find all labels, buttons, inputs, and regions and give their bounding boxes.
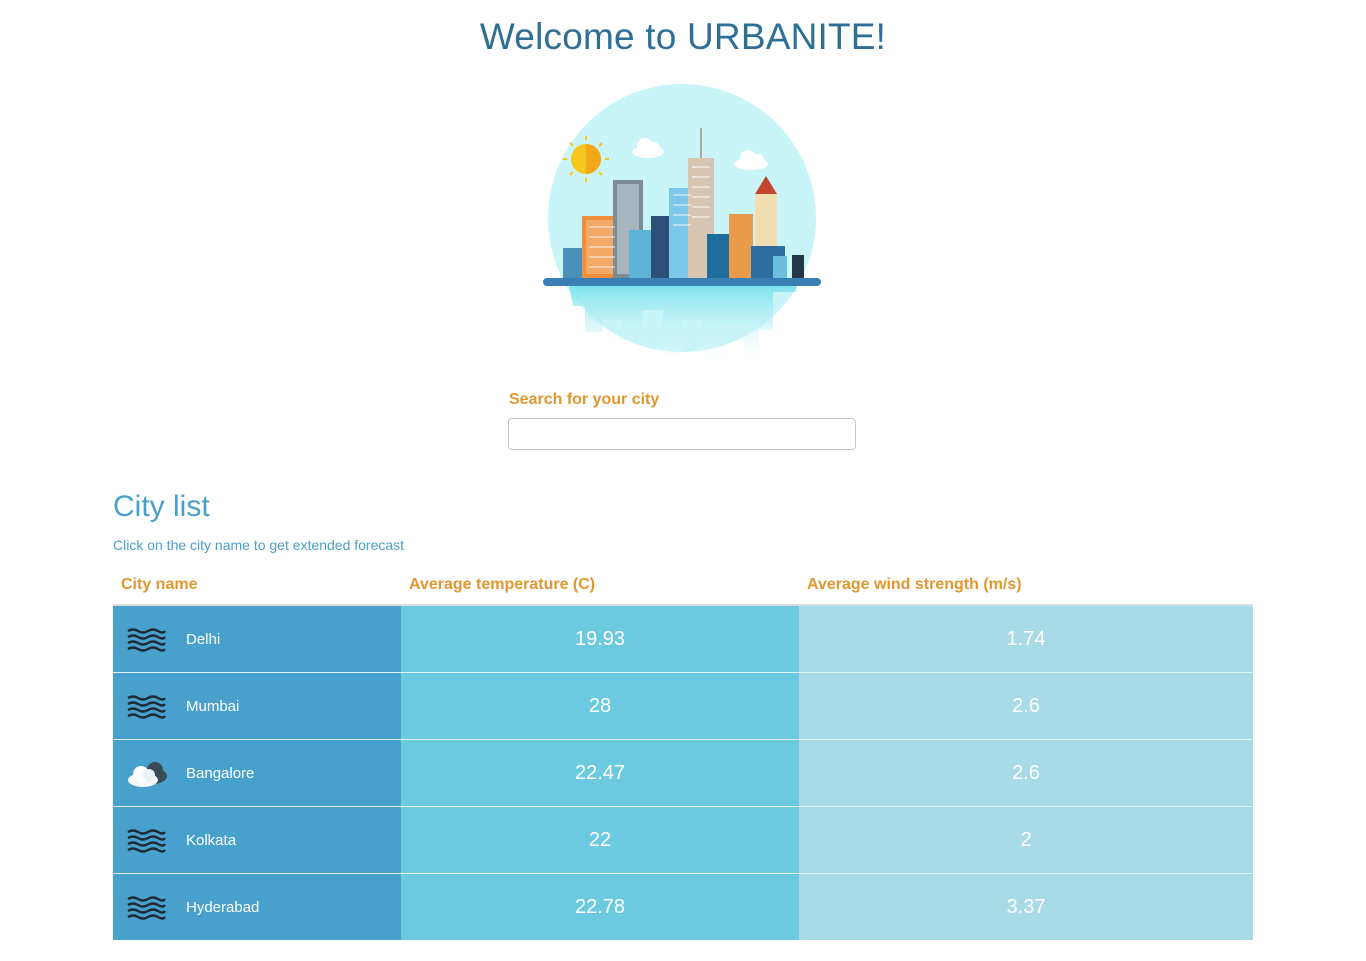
city-link[interactable]: Delhi [186,631,220,648]
temperature-cell: 22.47 [401,739,799,807]
city-link[interactable]: Bangalore [186,765,254,782]
city-skyline-illustration [543,84,821,368]
city-cell: Bangalore [113,739,401,807]
mist-icon [126,896,167,920]
column-header-avg-temperature: Average temperature (C) [401,566,799,606]
temperature-cell: 22.78 [401,873,799,940]
table-row: Delhi 19.93 1.74 [113,605,1253,673]
cloud-icon [128,762,167,787]
city-link[interactable]: Kolkata [186,832,236,849]
temperature-cell: 19.93 [401,605,799,673]
city-table: City name Average temperature (C) Averag… [113,566,1253,940]
wind-cell: 1.74 [799,605,1253,673]
wind-cell: 2.6 [799,739,1253,807]
temperature-cell: 22 [401,806,799,874]
city-cell: Delhi [113,605,401,673]
wind-cell: 2.6 [799,672,1253,740]
table-row: Mumbai 28 2.6 [113,672,1253,740]
wind-cell: 3.37 [799,873,1253,940]
table-row: Kolkata 22 2 [113,806,1253,874]
city-cell: Hyderabad [113,873,401,940]
column-header-city-name: City name [113,566,401,606]
city-search-input[interactable] [508,418,856,450]
wind-cell: 2 [799,806,1253,874]
page-title: Welcome to URBANITE! [479,16,887,57]
city-cell: Mumbai [113,672,401,740]
search-label: Search for your city [509,391,660,408]
city-cell: Kolkata [113,806,401,874]
mist-icon [126,829,167,853]
column-header-avg-wind: Average wind strength (m/s) [799,566,1253,606]
city-list-hint: Click on the city name to get extended f… [113,537,405,553]
mist-icon [126,628,167,652]
table-header: City name Average temperature (C) Averag… [113,566,1253,606]
temperature-cell: 28 [401,672,799,740]
table-row: Hyderabad 22.78 3.37 [113,873,1253,940]
mist-icon [126,695,167,719]
city-link[interactable]: Mumbai [186,698,239,715]
city-link[interactable]: Hyderabad [186,899,259,916]
table-row: Bangalore 22.47 2.6 [113,739,1253,807]
city-list-title: City list [113,490,210,523]
